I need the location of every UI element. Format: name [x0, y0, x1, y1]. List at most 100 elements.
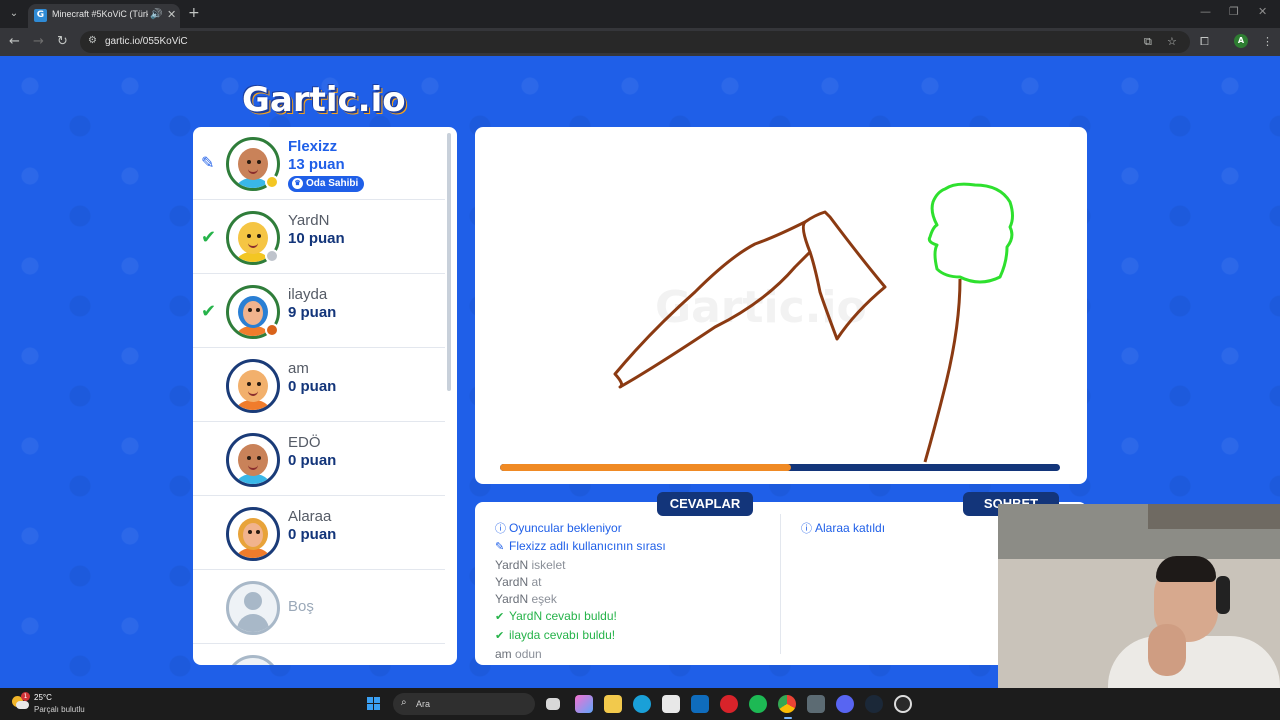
cast-icon[interactable]: ⧉ [1144, 35, 1152, 49]
player-list: ✎ Flexizz 13 puan ♛Oda Sahibi ✔ YardN 1 [193, 127, 457, 665]
log-text: iskelet [531, 558, 566, 572]
player-score: 0 puan [288, 378, 337, 395]
log-user: YardN [509, 609, 543, 623]
new-tab-plus-icon[interactable]: + [188, 5, 200, 21]
empty-avatar-icon [226, 581, 280, 635]
player-name: Flexizz [288, 138, 338, 155]
profile-avatar[interactable]: A [1234, 34, 1248, 48]
log-correct: ✔ ilayda cevabı buldu! [495, 628, 775, 647]
edge-icon[interactable] [633, 695, 651, 713]
log-system: ⓘ Oyuncular bekleniyor [495, 520, 775, 539]
round-timer-bar [500, 464, 1060, 471]
url-text[interactable]: gartic.io/055KoViC [105, 36, 188, 47]
player-score: 0 puan [288, 526, 337, 543]
log-text: cevabı buldu! [545, 609, 617, 623]
green-stroke [927, 182, 1014, 284]
player-row[interactable]: ✎ Flexizz 13 puan ♛ Oda Sahibi [193, 127, 445, 200]
address-bar[interactable]: ⚙ gartic.io/055KoViC ⧉ ☆ [80, 31, 1190, 53]
player-row[interactable]: Alaraa 0 puan [193, 497, 445, 570]
gartic-logo[interactable]: Gartic.io [242, 80, 406, 120]
minimize-icon[interactable]: — [1200, 5, 1211, 18]
speaker-icon[interactable]: 🔊 [150, 9, 162, 20]
browser-tabstrip: ⌄ G Minecraft #5KoViC (Türkçe) 🔊 ✕ + — ❐… [0, 0, 1280, 28]
opera-icon[interactable] [720, 695, 738, 713]
task-view-icon[interactable] [546, 698, 560, 710]
obs-icon[interactable] [894, 695, 912, 713]
browser-tab[interactable]: G Minecraft #5KoViC (Türkçe) 🔊 ✕ [28, 4, 180, 28]
avatar [226, 507, 280, 561]
info-icon: ⓘ [801, 523, 812, 535]
status-dot [265, 249, 279, 263]
discord-icon[interactable] [836, 695, 854, 713]
maximize-icon[interactable]: ❐ [1229, 5, 1239, 18]
player-score: 10 puan [288, 230, 345, 247]
brown-stroke [613, 210, 887, 389]
log-user: YardN [495, 575, 529, 589]
log-text: Alaraa katıldı [815, 521, 886, 535]
site-info-icon[interactable]: ⚙ [88, 35, 97, 46]
checkmark-icon: ✔ [495, 611, 505, 623]
chrome-icon[interactable] [778, 695, 796, 713]
avatar [226, 359, 280, 413]
browser-toolbar: ← → ↻ ⚙ gartic.io/055KoViC ⧉ ☆ ⧠ ⋮ [0, 28, 1280, 56]
window-close-icon[interactable]: ✕ [1258, 5, 1267, 18]
close-tab-icon[interactable]: ✕ [167, 8, 176, 21]
extensions-puzzle-icon[interactable]: ⧠ [1200, 35, 1209, 49]
windows-taskbar: 1 25°C Parçalı bulutlu ⌕ Ara [0, 688, 1280, 720]
log-text: at [531, 575, 542, 589]
brown-stroke [923, 278, 962, 463]
spotify-icon[interactable] [749, 695, 767, 713]
weather-description[interactable]: Parçalı bulutlu [34, 705, 85, 714]
status-dot [265, 323, 279, 337]
empty-slot-label: Boş [288, 598, 314, 615]
player-row[interactable]: am 0 puan [193, 349, 445, 422]
info-icon: ⓘ [495, 523, 506, 535]
drawing-canvas[interactable]: Gartic.io [475, 127, 1087, 484]
reload-icon[interactable]: ↻ [57, 34, 68, 49]
player-row-empty: Boş [193, 571, 445, 644]
pencil-icon: ✎ [201, 153, 215, 172]
checkmark-icon: ✔ [201, 301, 217, 322]
log-user: YardN [495, 558, 529, 572]
log-text: eşek [531, 592, 557, 606]
log-user: am [495, 647, 512, 661]
log-guess: YardN eşek [495, 592, 775, 609]
file-explorer-icon[interactable] [604, 695, 622, 713]
search-placeholder: Ara [416, 699, 431, 709]
windows-start-icon[interactable] [367, 697, 381, 711]
tab-answers[interactable]: CEVAPLAR [657, 492, 753, 516]
weather-badge: 1 [21, 692, 30, 701]
steam-icon[interactable] [865, 695, 883, 713]
player-row[interactable]: EDÖ 0 puan [193, 423, 445, 496]
active-app-indicator [784, 717, 792, 719]
chat-log: ⓘ Alaraa katıldı [801, 520, 1001, 539]
player-row[interactable]: ✔ ilayda 9 puan [193, 275, 445, 348]
player-list-scrollbar[interactable] [447, 133, 451, 391]
player-row[interactable]: ✔ YardN 10 puan [193, 201, 445, 274]
app-icon[interactable] [807, 695, 825, 713]
bookmark-star-icon[interactable]: ☆ [1167, 35, 1177, 48]
round-timer-fill [500, 464, 792, 471]
pencil-icon: ✎ [495, 541, 505, 553]
taskbar-search[interactable]: ⌕ Ara [393, 693, 535, 715]
room-owner-badge: ♛ Oda Sahibi [288, 176, 365, 192]
store-icon[interactable] [662, 695, 680, 713]
player-name: YardN [288, 212, 330, 229]
log-text: Oyuncular bekleniyor [509, 521, 622, 535]
player-name: ilayda [288, 286, 328, 303]
outlook-icon[interactable] [691, 695, 709, 713]
tab-title: Minecraft #5KoViC (Türkçe) [52, 9, 148, 19]
weather-cloud-sun-icon[interactable]: 1 [12, 692, 30, 712]
tab-search-chevron-icon[interactable]: ⌄ [6, 6, 22, 22]
answers-log: ⓘ Oyuncular bekleniyor ✎ Flexizz adlı kull… [495, 520, 775, 664]
player-score: 0 puan [288, 452, 337, 469]
more-menu-icon[interactable]: ⋮ [1262, 35, 1273, 48]
forward-arrow-icon[interactable]: → [33, 34, 44, 49]
weather-temperature[interactable]: 25°C [34, 693, 52, 702]
empty-avatar-icon [226, 655, 280, 665]
copilot-icon[interactable] [575, 695, 593, 713]
drawing-strokes [613, 182, 1014, 463]
gartic-favicon-icon: G [34, 9, 47, 22]
back-arrow-icon[interactable]: ← [9, 34, 20, 49]
badge-label: Oda Sahibi [306, 178, 359, 189]
